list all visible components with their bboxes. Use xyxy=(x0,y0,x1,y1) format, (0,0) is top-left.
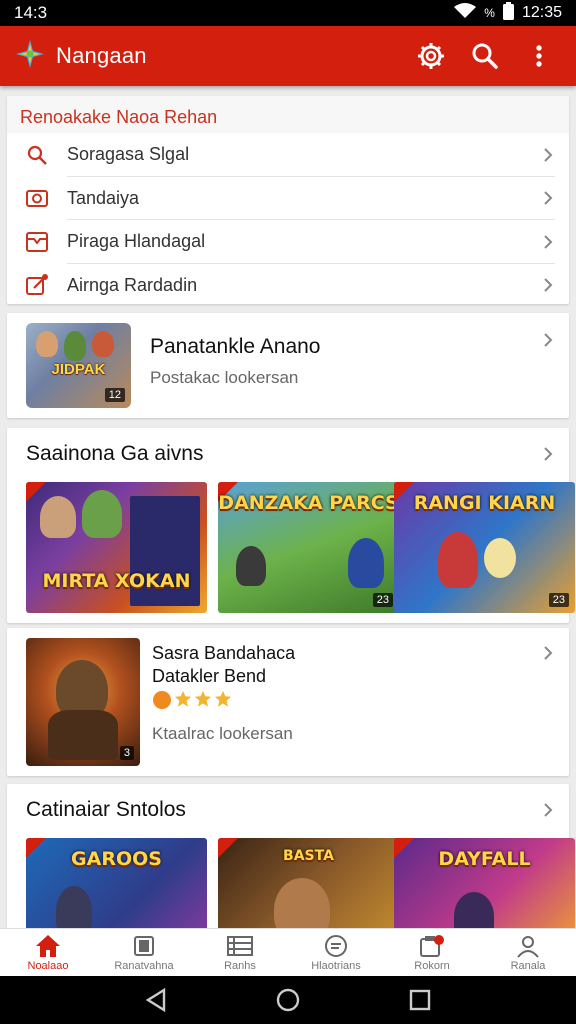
app-title: Nangaan xyxy=(56,43,147,68)
tile-badge xyxy=(26,482,46,502)
game-tile[interactable]: RANGI KIARN 23 xyxy=(394,482,575,613)
featured-game-title-line2: Datakler Bend xyxy=(152,666,267,686)
section-title: Saainona Ga aivns xyxy=(26,442,204,465)
system-navigation-bar xyxy=(0,976,576,1024)
nav-item-home[interactable]: Noalaao xyxy=(0,929,96,976)
home-icon xyxy=(35,934,61,958)
collection-tile-title: GAROOS xyxy=(71,848,162,870)
games-section: Saainona Ga aivns MIRTA XOKAN DANZAKA PA… xyxy=(7,428,575,623)
battery-percent: % xyxy=(484,6,495,20)
camera-icon xyxy=(26,187,48,209)
status-time: 14:3 xyxy=(14,3,48,22)
chevron-right-icon[interactable] xyxy=(544,447,553,466)
nav-label: Ranhs xyxy=(224,959,256,972)
collection-tile-title: BASTA xyxy=(283,848,334,864)
chevron-right-icon xyxy=(544,646,553,665)
game-tile-count: 23 xyxy=(372,593,393,607)
collection-tile[interactable]: GAROOS xyxy=(26,838,207,928)
film-icon xyxy=(227,934,253,958)
chevron-right-icon xyxy=(541,148,555,162)
star-icon xyxy=(194,690,212,707)
menu-item-camera[interactable]: Tandaiya xyxy=(7,177,569,221)
collections-section: Catinaiar Sntolos GAROOS BASTA DAYFALL xyxy=(7,784,575,928)
feature-subtitle: Postakac lookersan xyxy=(150,368,299,387)
edit-icon xyxy=(26,274,48,296)
app-bar: Nangaan xyxy=(0,26,576,86)
battery-icon xyxy=(502,1,514,25)
book-icon xyxy=(133,934,155,958)
search-icon[interactable] xyxy=(462,33,508,79)
nav-label: Ranala xyxy=(510,959,546,972)
notification-icon xyxy=(419,934,445,958)
chevron-right-icon xyxy=(541,278,555,292)
featured-game-count: 3 xyxy=(119,746,134,760)
overflow-menu-icon[interactable] xyxy=(516,33,562,79)
game-tile-count: 23 xyxy=(548,593,569,607)
section-title: Catinaiar Sntolos xyxy=(26,798,186,821)
profile-icon xyxy=(516,934,540,958)
chevron-right-icon xyxy=(544,333,553,352)
feature-thumb-count: 12 xyxy=(104,388,125,402)
content-scroll[interactable]: Renoakake Naoa Rehan Soragasa Slgal Tand… xyxy=(0,86,576,928)
star-icon xyxy=(174,690,192,707)
search-icon xyxy=(26,144,48,166)
menu-item-label: Piraga Hlandagal xyxy=(67,231,206,252)
quick-actions-card: Renoakake Naoa Rehan Soragasa Slgal Tand… xyxy=(7,96,569,304)
star-icon xyxy=(214,690,232,707)
featured-game-card[interactable]: 3 Sasra Bandahaca Datakler Bend Ktaalrac… xyxy=(7,628,569,776)
menu-item-label: Tandaiya xyxy=(67,187,140,208)
collection-tile[interactable]: BASTA xyxy=(218,838,399,928)
status-icons: % 12:35 xyxy=(454,1,562,25)
game-tile[interactable]: DANZAKA PARCS 23 xyxy=(218,482,399,613)
nav-item-messages[interactable]: Hlaotrians xyxy=(288,929,384,976)
collection-tile-title: DAYFALL xyxy=(438,848,531,870)
game-tile-title: MIRTA XOKAN xyxy=(42,570,191,592)
back-icon[interactable] xyxy=(136,980,176,1020)
wifi-icon xyxy=(454,2,477,24)
nav-label: Hlaotrians xyxy=(311,959,361,972)
feature-thumbnail: JIDPAK 12 xyxy=(26,323,131,408)
game-tile[interactable]: MIRTA XOKAN xyxy=(26,482,207,613)
home-button-icon[interactable] xyxy=(268,980,308,1020)
rating-stars xyxy=(152,690,232,710)
chat-icon xyxy=(324,934,348,958)
menu-item-label: Soragasa Slgal xyxy=(67,144,190,165)
game-tile-title: DANZAKA PARCS xyxy=(218,492,399,514)
nav-label: Rokorn xyxy=(414,959,450,972)
chevron-right-icon xyxy=(541,191,555,205)
menu-item-label: Airnga Rardadin xyxy=(67,274,198,295)
nav-item-notifications[interactable]: Rokorn xyxy=(384,929,480,976)
nav-item-library[interactable]: Ranatvahna xyxy=(96,929,192,976)
bottom-navigation: Noalaao Ranatvahna Ranhs Hlaotrians Roko… xyxy=(0,928,576,976)
menu-item-edit[interactable]: Airnga Rardadin xyxy=(7,264,569,308)
featured-game-subtitle: Ktaalrac lookersan xyxy=(152,724,293,743)
chevron-right-icon xyxy=(541,235,555,249)
featured-game-title: Sasra Bandahaca Datakler Bend xyxy=(152,642,452,688)
inbox-icon xyxy=(26,231,48,253)
nav-item-videos[interactable]: Ranhs xyxy=(192,929,288,976)
star-icon xyxy=(153,691,171,709)
featured-game-thumbnail: 3 xyxy=(26,638,140,766)
recents-icon[interactable] xyxy=(400,980,440,1020)
collection-tile[interactable]: DAYFALL xyxy=(394,838,575,928)
menu-item-search[interactable]: Soragasa Slgal xyxy=(7,133,569,177)
status-clock: 12:35 xyxy=(521,4,562,21)
featured-game-title-line1: Sasra Bandahaca xyxy=(152,643,296,663)
settings-icon[interactable] xyxy=(408,33,454,79)
game-tile-title: RANGI KIARN xyxy=(413,492,556,514)
nav-label: Noalaao xyxy=(27,959,69,972)
nav-label: Ranatvahna xyxy=(114,959,174,972)
menu-item-inbox[interactable]: Piraga Hlandagal xyxy=(7,220,569,264)
status-bar: 14:3 % 12:35 xyxy=(0,0,576,26)
feature-title: Panatankle Anano xyxy=(150,335,321,358)
app-logo-icon[interactable] xyxy=(14,38,46,75)
quick-actions-header: Renoakake Naoa Rehan xyxy=(7,96,569,133)
chevron-right-icon[interactable] xyxy=(544,803,553,822)
feature-card[interactable]: JIDPAK 12 Panatankle Anano Postakac look… xyxy=(7,313,569,418)
nav-item-profile[interactable]: Ranala xyxy=(480,929,576,976)
feature-thumb-text: JIDPAK xyxy=(51,361,106,378)
